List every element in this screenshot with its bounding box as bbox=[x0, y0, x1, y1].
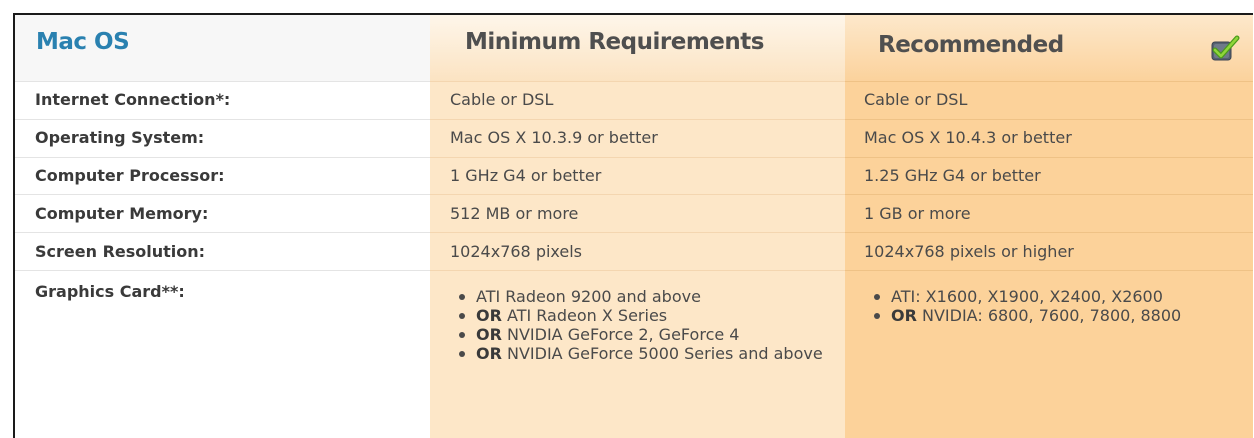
row-label-processor: Computer Processor: bbox=[35, 166, 225, 185]
row-divider bbox=[15, 194, 1253, 195]
row-divider bbox=[15, 119, 1253, 120]
list-item: ATI Radeon 9200 and above bbox=[453, 287, 828, 306]
row-label-graphics: Graphics Card**: bbox=[35, 282, 185, 301]
row-label-memory: Computer Memory: bbox=[35, 204, 209, 223]
recommended-header-label: Recommended bbox=[878, 32, 1064, 58]
list-item: OR NVIDIA: 6800, 7600, 7800, 8800 bbox=[868, 306, 1248, 325]
row-label-os: Operating System: bbox=[35, 128, 205, 147]
row-divider bbox=[15, 157, 1253, 158]
row-divider bbox=[15, 81, 1253, 82]
list-item: OR NVIDIA GeForce 5000 Series and above bbox=[453, 344, 828, 363]
rec-processor: 1.25 GHz G4 or better bbox=[864, 166, 1041, 185]
min-resolution: 1024x768 pixels bbox=[450, 242, 583, 261]
rec-internet: Cable or DSL bbox=[864, 90, 968, 109]
rec-resolution: 1024x768 pixels or higher bbox=[864, 242, 1074, 261]
list-item: OR NVIDIA GeForce 2, GeForce 4 bbox=[453, 325, 828, 344]
requirements-table: Mac OS Minimum Requirements Recommended … bbox=[13, 13, 1253, 438]
row-divider bbox=[15, 270, 1253, 271]
minimum-header: Minimum Requirements bbox=[430, 15, 845, 81]
recommended-header: Recommended bbox=[845, 15, 1253, 81]
platform-header: Mac OS bbox=[15, 15, 430, 81]
row-label-internet: Internet Connection*: bbox=[35, 90, 231, 109]
checkmark-icon bbox=[1211, 35, 1240, 61]
minimum-header-label: Minimum Requirements bbox=[465, 29, 764, 55]
min-processor: 1 GHz G4 or better bbox=[450, 166, 602, 185]
row-label-resolution: Screen Resolution: bbox=[35, 242, 206, 261]
row-divider bbox=[15, 232, 1253, 233]
list-item: ATI: X1600, X1900, X2400, X2600 bbox=[868, 287, 1248, 306]
min-graphics-list: ATI Radeon 9200 and above OR ATI Radeon … bbox=[453, 287, 828, 363]
min-memory: 512 MB or more bbox=[450, 204, 579, 223]
list-item: OR ATI Radeon X Series bbox=[453, 306, 828, 325]
min-internet: Cable or DSL bbox=[450, 90, 554, 109]
rec-graphics-list: ATI: X1600, X1900, X2400, X2600 OR NVIDI… bbox=[868, 287, 1248, 325]
platform-title: Mac OS bbox=[36, 29, 130, 55]
rec-memory: 1 GB or more bbox=[864, 204, 971, 223]
rec-os: Mac OS X 10.4.3 or better bbox=[864, 128, 1072, 147]
min-os: Mac OS X 10.3.9 or better bbox=[450, 128, 658, 147]
